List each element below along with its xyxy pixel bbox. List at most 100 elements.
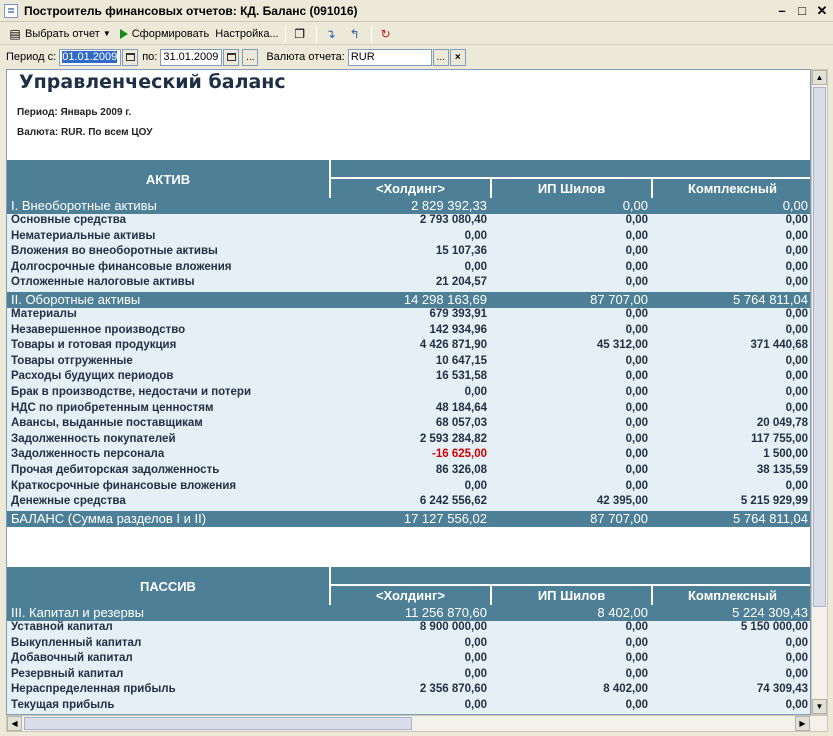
table-row: НДС по приобретенным ценностям 48 184,64 0…	[7, 401, 810, 418]
row-value: 20 049,78	[756, 417, 808, 430]
row-value: 0,00	[464, 698, 487, 711]
row-label: НДС по приобретенным ценностям	[11, 401, 214, 414]
period-from-calendar-button[interactable]	[122, 48, 139, 66]
row-value: 0,00	[785, 370, 808, 383]
row-value: 0,00	[625, 354, 648, 367]
table-row: Основные средства 2 793 080,40 0,00 0,00	[7, 214, 810, 230]
period-to-field[interactable]: 31.01.2009	[160, 48, 223, 66]
row-value: 0,00	[464, 636, 487, 649]
row-label: II. Оборотные активы	[11, 291, 141, 307]
currency-field[interactable]: RUR	[347, 48, 432, 66]
table-row: Вложения во внеоборотные активы 15 107,36…	[7, 245, 810, 261]
scroll-down-icon[interactable]: ▼	[812, 699, 827, 714]
table-row: Авансы, выданные поставщикам 68 057,03 0,0…	[7, 417, 810, 433]
row-value: -16 625,00	[432, 448, 487, 461]
horizontal-scroll-thumb[interactable]	[24, 717, 412, 730]
row-value: 0,00	[785, 667, 808, 680]
row-value: 0,00	[785, 652, 808, 665]
period-from-label: Период с:	[6, 51, 57, 63]
row-value: 4 426 871,90	[419, 339, 487, 352]
vertical-scrollbar[interactable]: ▲ ▼	[811, 69, 828, 715]
row-label: Материалы	[11, 307, 77, 320]
table-row: Задолженность покупателей 2 593 284,82 0,0…	[7, 432, 810, 449]
toolbar-separator	[370, 25, 372, 42]
generate-button[interactable]: Сформировать	[114, 24, 213, 44]
scroll-left-icon[interactable]: ◀	[7, 716, 22, 731]
row-label: Основные средства	[11, 214, 127, 226]
table-row: Резервный капитал 0,00 0,00 0,00	[7, 667, 810, 684]
toolbar-separator	[315, 25, 317, 42]
chevron-down-icon: ▼	[102, 29, 111, 38]
expand-icon: ↴	[325, 26, 336, 41]
scroll-right-icon[interactable]: ▶	[795, 716, 810, 731]
scroll-up-icon[interactable]: ▲	[812, 70, 827, 85]
horizontal-scrollbar[interactable]: ◀ ▶	[6, 715, 828, 732]
clear-icon: ×	[454, 51, 461, 63]
currency-label: Валюта отчета:	[266, 51, 345, 63]
row-value: 8 900 000,00	[419, 621, 487, 633]
header-strip	[331, 567, 810, 584]
passive-table: ПАССИВ <Холдинг> ИП Шилов Комплексный II…	[7, 567, 810, 714]
row-value: 0,00	[625, 667, 648, 680]
report-title: Управленческий баланс	[19, 71, 286, 93]
row-value: 142 934,96	[429, 323, 487, 336]
passive-section-title: ПАССИВ	[7, 567, 329, 605]
row-label: БАЛАНС (Сумма разделов I и II)	[11, 510, 207, 526]
table-row: Краткосрочные финансовые вложения 0,00 0,0…	[7, 479, 810, 496]
column-header: Комплексный	[653, 586, 810, 605]
column-header: Комплексный	[653, 179, 810, 198]
row-value: 0,00	[464, 652, 487, 665]
table-row: Расходы будущих периодов 16 531,58 0,00 0,0…	[7, 370, 810, 386]
row-value: 10 647,15	[435, 354, 487, 367]
period-select-button[interactable]: ...	[242, 48, 259, 66]
table-row: Денежные средства 6 242 556,62 42 395,00 5 …	[7, 495, 810, 511]
currency-clear-button[interactable]: ×	[449, 48, 466, 66]
row-value: 1 500,00	[763, 448, 808, 461]
collapse-icon: ↰	[349, 26, 360, 41]
report-list-icon: ▤	[9, 26, 21, 41]
refresh-button[interactable]: ↻	[375, 24, 399, 44]
row-value: 87 707,00	[590, 510, 648, 526]
currency-select-button[interactable]: ...	[432, 48, 449, 66]
collapse-button[interactable]: ↰	[344, 24, 368, 44]
row-value: 0,00	[625, 479, 648, 492]
currency-value: RUR	[350, 51, 375, 63]
row-value: 2 829 392,33	[411, 198, 487, 213]
row-value: 17 127 556,02	[403, 510, 487, 526]
maximize-button[interactable]: □	[793, 2, 811, 20]
column-header: ИП Шилов	[492, 586, 651, 605]
period-from-field[interactable]: 01.01.2009	[59, 48, 122, 66]
row-value: 0,00	[625, 698, 648, 711]
row-label: Прочая дебиторская задолженность	[11, 463, 220, 476]
row-value: 0,00	[785, 385, 808, 398]
period-to-label: по:	[142, 51, 158, 63]
row-value: 8 402,00	[603, 683, 648, 696]
row-value: 45 312,00	[596, 339, 648, 352]
row-label: Товары отгруженные	[11, 354, 133, 367]
group-row: I. Внеоборотные активы 2 829 392,33 0,00 0,…	[7, 198, 810, 214]
vertical-scroll-thumb[interactable]	[813, 87, 826, 607]
ellipsis-label: ...	[246, 51, 255, 63]
row-value: 48 184,64	[435, 401, 487, 414]
row-value: 5 764 811,04	[733, 510, 808, 526]
settings-button[interactable]: Настройка...	[212, 24, 281, 44]
group-row: III. Капитал и резервы 11 256 870,60 8 402…	[7, 605, 810, 621]
column-header: <Холдинг>	[331, 179, 490, 198]
row-label: Краткосрочные финансовые вложения	[11, 479, 237, 492]
row-value: 11 256 870,60	[404, 605, 487, 620]
toolbar-separator	[284, 25, 286, 42]
toolbar: ▤ Выбрать отчет ▼ Сформировать Настройка…	[0, 23, 833, 45]
expand-button[interactable]: ↴	[320, 24, 344, 44]
row-value: 0,00	[464, 667, 487, 680]
row-value: 0,00	[785, 479, 808, 492]
choose-report-button[interactable]: ▤ Выбрать отчет ▼	[4, 24, 114, 44]
row-label: Уставной капитал	[11, 621, 113, 633]
row-value: 0,00	[625, 245, 648, 258]
period-to-calendar-button[interactable]	[223, 48, 240, 66]
copy-button[interactable]: ❐	[289, 24, 313, 44]
row-value: 0,00	[785, 229, 808, 242]
close-button[interactable]: ✕	[813, 2, 831, 20]
row-value: 38 135,59	[756, 463, 808, 476]
minimize-button[interactable]: –	[773, 2, 791, 20]
row-value: 0,00	[625, 323, 648, 336]
